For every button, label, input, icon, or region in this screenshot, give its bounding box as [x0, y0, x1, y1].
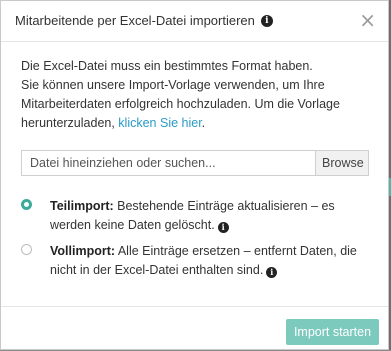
option-partial-label: Teilimport: — [50, 199, 114, 213]
radio-partial-import[interactable] — [21, 199, 32, 210]
file-upload: Browse — [21, 150, 369, 176]
info-icon[interactable]: i — [260, 14, 273, 27]
option-full-text: Vollimport: Alle Einträge ersetzen – ent… — [50, 242, 366, 280]
file-upload-input[interactable] — [22, 151, 315, 175]
description-line-2: Sie können unsere Import-Vorlage verwend… — [21, 76, 376, 133]
download-template-link[interactable]: klicken Sie hier — [118, 116, 201, 130]
modal-title-text: Mitarbeitende per Excel-Datei importiere… — [15, 13, 255, 28]
description-line-1: Die Excel-Datei muss ein bestimmtes Form… — [21, 59, 313, 73]
modal-header: Mitarbeitende per Excel-Datei importiere… — [1, 1, 388, 42]
browse-button[interactable]: Browse — [315, 151, 368, 175]
radio-full-import[interactable] — [21, 244, 32, 255]
modal-title: Mitarbeitende per Excel-Datei importiere… — [15, 13, 273, 28]
close-icon[interactable]: × — [359, 10, 376, 30]
start-import-button[interactable]: Import starten — [286, 319, 379, 345]
option-full-import[interactable]: Vollimport: Alle Einträge ersetzen – ent… — [21, 242, 366, 280]
option-partial-import[interactable]: Teilimport: Bestehende Einträge aktualis… — [21, 197, 366, 235]
modal-footer: Import starten — [1, 306, 388, 351]
info-icon[interactable]: i — [266, 267, 278, 278]
modal-description: Die Excel-Datei muss ein bestimmtes Form… — [21, 57, 376, 133]
option-partial-text: Teilimport: Bestehende Einträge aktualis… — [50, 197, 366, 235]
option-full-label: Vollimport: — [50, 244, 116, 258]
info-icon[interactable]: i — [217, 222, 229, 233]
description-suffix: . — [201, 116, 206, 130]
import-modal: Mitarbeitende per Excel-Datei importiere… — [0, 0, 389, 350]
